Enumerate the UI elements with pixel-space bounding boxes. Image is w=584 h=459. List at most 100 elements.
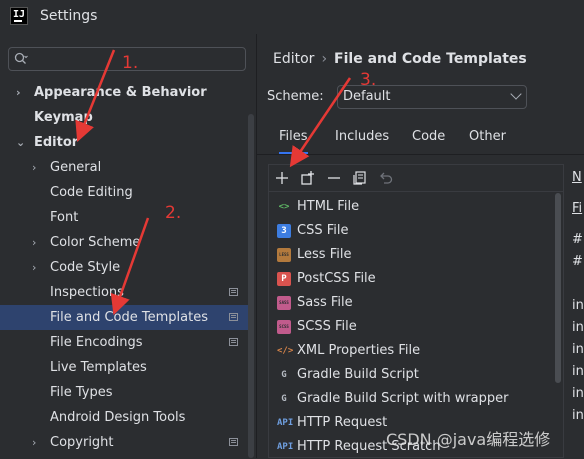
search-icon: [14, 52, 28, 64]
tree-item-code-editing[interactable]: Code Editing: [0, 180, 248, 205]
breadcrumb-separator: ›: [321, 51, 328, 67]
annotation-label-2: 2.: [165, 203, 182, 223]
postcss-icon: P: [277, 272, 291, 286]
remove-icon: [328, 177, 340, 179]
chevron-right-icon[interactable]: ›: [16, 80, 28, 105]
tree-item-label: Appearance & Behavior: [34, 85, 207, 100]
tree-item-file-and-code-templates[interactable]: File and Code Templates: [0, 305, 248, 330]
file-template-name: HTTP Request: [297, 415, 388, 430]
file-template-name: HTML File: [297, 199, 360, 214]
list-item[interactable]: G Gradle Build Script: [269, 363, 555, 387]
add-icon: [276, 172, 288, 184]
add-child-button[interactable]: [298, 168, 318, 188]
add-button[interactable]: [272, 168, 292, 188]
tree-item-inspections[interactable]: Inspections: [0, 280, 248, 305]
project-scope-icon: [229, 288, 238, 296]
breadcrumb: Editor › File and Code Templates: [273, 51, 527, 67]
tree-item-label: Code Style: [50, 260, 121, 275]
tab-other[interactable]: Other: [469, 124, 506, 154]
tree-item-label: Keymap: [34, 110, 93, 125]
tree-item-label: Copyright: [50, 435, 114, 450]
tree-item-live-templates[interactable]: Live Templates: [0, 355, 248, 380]
chevron-down-icon: [510, 88, 522, 100]
tree-item-label: Code Editing: [50, 185, 133, 200]
list-item[interactable]: SCSS SCSS File: [269, 315, 555, 339]
file-template-name: XML Properties File: [297, 343, 421, 358]
css-icon: 3: [277, 224, 291, 238]
window-title: Settings: [40, 8, 98, 24]
gradle-icon: G: [281, 370, 287, 380]
tree-item-editor[interactable]: ⌄ Editor: [0, 130, 248, 155]
list-item[interactable]: 3 CSS File: [269, 219, 555, 243]
file-template-name: Gradle Build Script: [297, 367, 419, 382]
scheme-label: Scheme:: [267, 89, 324, 104]
sass-icon: SASS: [277, 296, 291, 310]
tree-item-label: Editor: [34, 135, 79, 150]
add-child-icon: [301, 171, 314, 185]
preview-text-fragment: N: [572, 170, 582, 185]
tree-item-label: File Types: [50, 385, 113, 400]
tree-item-file-encodings[interactable]: File Encodings: [0, 330, 248, 355]
template-list: <> HTML File 3 CSS File LESS Less File P PostCS…: [268, 164, 564, 458]
preview-text-fragment: in: [572, 320, 584, 335]
gradle-icon: G: [281, 394, 287, 404]
chevron-right-icon[interactable]: ›: [32, 230, 44, 255]
tab-divider: [257, 154, 584, 155]
tree-item-appearance-behavior[interactable]: › Appearance & Behavior: [0, 80, 248, 105]
tree-item-color-scheme[interactable]: › Color Scheme: [0, 230, 248, 255]
tree-item-font[interactable]: Font: [0, 205, 248, 230]
list-item[interactable]: LESS Less File: [269, 243, 555, 267]
watermark: CSDN @java编程选修: [386, 430, 551, 449]
chevron-down-icon[interactable]: ⌄: [16, 130, 28, 155]
preview-text-fragment: in: [572, 298, 584, 313]
project-scope-icon: [229, 313, 238, 321]
tree-scrollbar[interactable]: [248, 114, 254, 458]
tab-includes[interactable]: Includes: [335, 124, 389, 154]
list-item[interactable]: G Gradle Build Script with wrapper: [269, 387, 555, 411]
title-bar: IJ Settings: [0, 0, 584, 34]
tree-item-general[interactable]: › General: [0, 155, 248, 180]
preview-text-fragment: #: [572, 232, 583, 247]
tree-item-label: Font: [50, 210, 79, 225]
reset-icon: [380, 172, 393, 184]
preview-text-fragment: in: [572, 408, 584, 423]
file-template-name: Sass File: [297, 295, 353, 310]
tree-item-android-design-tools[interactable]: Android Design Tools: [0, 405, 248, 430]
preview-text-fragment: in: [572, 364, 584, 379]
chevron-right-icon[interactable]: ›: [32, 255, 44, 280]
breadcrumb-current: File and Code Templates: [334, 51, 527, 67]
tree-item-label: Inspections: [50, 285, 124, 300]
reset-button[interactable]: [376, 168, 396, 188]
settings-content: Editor › File and Code Templates Scheme: D…: [256, 34, 584, 458]
annotation-label-1: 1.: [122, 53, 139, 73]
tree-item-label: File and Code Templates: [50, 310, 208, 325]
tab-code[interactable]: Code: [412, 124, 445, 154]
annotation-label-3: 3.: [360, 70, 377, 90]
tree-item-copyright[interactable]: › Copyright: [0, 430, 248, 455]
tree-item-file-types[interactable]: File Types: [0, 380, 248, 405]
tree-item-keymap[interactable]: Keymap: [0, 105, 248, 130]
list-item[interactable]: </> XML Properties File: [269, 339, 555, 363]
api-icon: API: [277, 442, 294, 452]
copy-button[interactable]: [350, 168, 370, 188]
project-scope-icon: [229, 338, 238, 346]
intellij-logo-icon: IJ: [10, 7, 28, 25]
chevron-right-icon[interactable]: ›: [32, 155, 44, 180]
list-item[interactable]: SASS Sass File: [269, 291, 555, 315]
list-item[interactable]: P PostCSS File: [269, 267, 555, 291]
settings-tree-panel: › Appearance & Behavior Keymap ⌄ Editor › Gene…: [0, 34, 256, 458]
tab-files[interactable]: Files: [279, 124, 308, 154]
template-list-scrollbar[interactable]: [555, 193, 561, 383]
file-template-name: Gradle Build Script with wrapper: [297, 391, 509, 406]
remove-button[interactable]: [324, 168, 344, 188]
copy-icon: [353, 171, 366, 185]
chevron-right-icon[interactable]: ›: [32, 430, 44, 455]
list-item[interactable]: <> HTML File: [269, 195, 555, 219]
breadcrumb-parent[interactable]: Editor: [273, 51, 314, 67]
xml-icon: </>: [277, 346, 294, 356]
preview-text-fragment: #: [572, 254, 583, 269]
tree-item-label: Live Templates: [50, 360, 147, 375]
project-scope-icon: [229, 438, 238, 446]
tree-item-code-style[interactable]: › Code Style: [0, 255, 248, 280]
scheme-value: Default: [343, 89, 391, 104]
